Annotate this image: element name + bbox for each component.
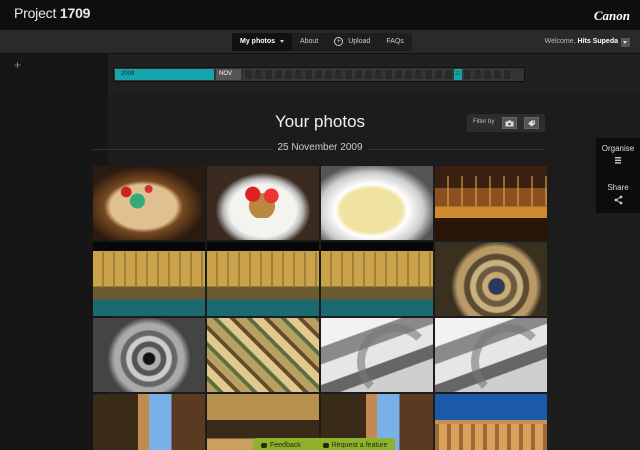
timeline-day[interactable] <box>314 69 323 80</box>
organise-label: Organise <box>601 144 635 153</box>
nav-upload[interactable]: + Upload <box>326 33 378 51</box>
logo-number: 1709 <box>59 5 91 21</box>
camera-icon <box>505 120 514 127</box>
lightbulb-icon <box>322 442 329 448</box>
building-photo[interactable] <box>93 394 205 450</box>
focaccia-photo[interactable] <box>321 166 433 240</box>
timeline-day[interactable] <box>344 69 353 80</box>
timeline-days: 22 <box>244 69 512 80</box>
nav-about[interactable]: About <box>292 33 326 51</box>
spiral-staircase-photo[interactable] <box>93 318 205 392</box>
date-timeline: 2009 NOV 22 <box>113 67 525 82</box>
nav-my-photos[interactable]: My photos <box>232 33 292 51</box>
timeline-day[interactable] <box>503 69 512 80</box>
nav-my-photos-label: My photos <box>240 38 275 45</box>
spiral-ramp-photo[interactable] <box>321 318 433 392</box>
chevron-down-icon <box>279 39 284 43</box>
timeline-day[interactable] <box>304 69 313 80</box>
timeline-day[interactable] <box>414 69 423 80</box>
user-name[interactable]: Hits Supeda <box>578 38 618 45</box>
timeline-day[interactable] <box>493 69 502 80</box>
timeline-day[interactable] <box>444 69 453 80</box>
navigation-band: My photos About + Upload FAQs Welcome, H… <box>0 30 640 54</box>
timeline-day[interactable] <box>354 69 363 80</box>
share-icon <box>614 195 622 205</box>
app-logo[interactable]: Project 1709 <box>14 5 90 21</box>
timeline-year[interactable]: 2009 <box>115 69 214 80</box>
nav-upload-label: Upload <box>348 38 371 45</box>
brand-logo[interactable]: Canon <box>594 8 630 24</box>
timeline-day[interactable] <box>394 69 403 80</box>
trevi-fountain-photo[interactable] <box>207 242 319 316</box>
timeline-month[interactable]: NOV <box>216 69 241 80</box>
filter-camera-button[interactable] <box>502 117 517 129</box>
timeline-day[interactable] <box>463 69 472 80</box>
timeline-day[interactable] <box>404 69 413 80</box>
trevi-fountain-photo[interactable] <box>93 242 205 316</box>
date-heading: 25 November 2009 <box>272 142 368 153</box>
photo-grid <box>93 166 547 450</box>
pizza-photo[interactable] <box>93 166 205 240</box>
timeline-day[interactable] <box>364 69 373 80</box>
trevi-fountain-photo[interactable] <box>321 242 433 316</box>
user-menu-button[interactable] <box>621 38 630 47</box>
logo-prefix: Project <box>14 5 57 21</box>
timeline-day[interactable] <box>334 69 343 80</box>
speech-bubble-icon <box>261 442 267 448</box>
filter-label: Filter by <box>473 119 495 125</box>
feedback-bar: Feedback Request a feature <box>253 438 395 450</box>
plus-circle-icon: + <box>334 36 344 46</box>
filter-tag-button[interactable] <box>524 117 539 129</box>
painted-ceiling-photo[interactable] <box>207 318 319 392</box>
colosseum-photo[interactable] <box>435 394 547 450</box>
main-nav: My photos About + Upload FAQs <box>232 33 412 51</box>
nav-faqs[interactable]: FAQs <box>378 33 412 51</box>
share-label: Share <box>607 183 629 192</box>
timeline-day[interactable] <box>384 69 393 80</box>
timeline-day-active[interactable]: 22 <box>454 69 462 80</box>
bruschetta-photo[interactable] <box>207 166 319 240</box>
timeline-day[interactable] <box>254 69 263 80</box>
timeline-day[interactable] <box>324 69 333 80</box>
welcome-text: Welcome, Hits Supeda <box>545 38 618 45</box>
timeline-day[interactable] <box>294 69 303 80</box>
filter-box: Filter by <box>467 114 545 132</box>
spiral-ramp-photo[interactable] <box>435 318 547 392</box>
timeline-day[interactable] <box>483 69 492 80</box>
timeline-day[interactable] <box>374 69 383 80</box>
timeline-day[interactable] <box>473 69 482 80</box>
feedback-link[interactable]: Feedback <box>270 442 301 449</box>
bar-interior-photo[interactable] <box>435 166 547 240</box>
timeline-day[interactable] <box>244 69 253 80</box>
spiral-staircase-photo[interactable] <box>435 242 547 316</box>
top-bar: Project 1709 Canon <box>0 0 640 30</box>
timeline-day[interactable] <box>424 69 433 80</box>
timeline-day[interactable] <box>264 69 273 80</box>
timeline-day[interactable] <box>284 69 293 80</box>
request-feature-link[interactable]: Request a feature <box>332 442 388 449</box>
share-tab[interactable]: Share <box>596 177 640 213</box>
welcome-prefix: Welcome, <box>544 38 576 45</box>
tag-icon <box>528 120 535 127</box>
list-icon <box>615 157 621 164</box>
expand-plus-icon[interactable]: + <box>14 58 21 72</box>
timeline-day[interactable] <box>274 69 283 80</box>
timeline-day[interactable] <box>434 69 443 80</box>
